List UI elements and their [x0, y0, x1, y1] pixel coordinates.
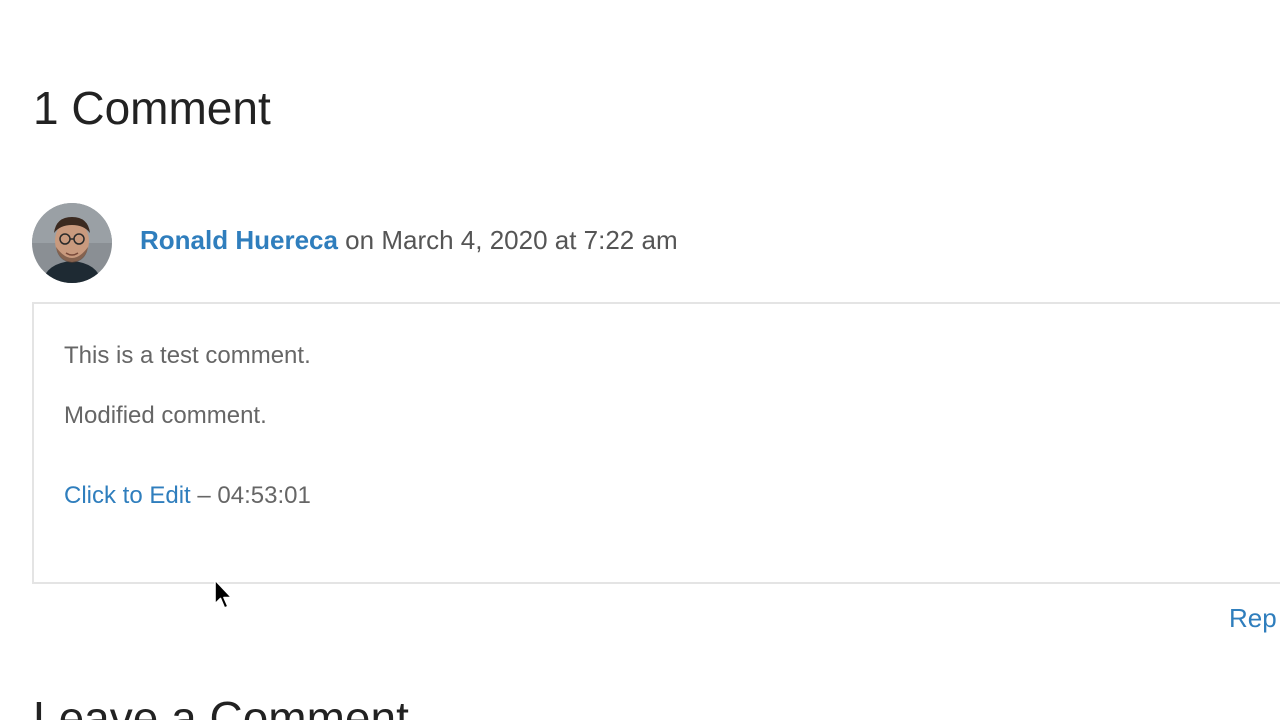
comments-section: 1 Comment Ronald Huereca on March 4, 202… — [0, 0, 1280, 720]
avatar — [32, 203, 112, 283]
edit-timestamp: – 04:53:01 — [190, 482, 311, 509]
comment-meta: Ronald Huereca on March 4, 2020 at 7:22 … — [140, 222, 678, 258]
avatar-image — [32, 203, 112, 283]
leave-comment-title: Leave a Comment — [33, 692, 409, 720]
edit-line: Click to Edit – 04:53:01 — [64, 480, 311, 512]
comments-title: 1 Comment — [33, 82, 271, 134]
comment-date: on March 4, 2020 at 7:22 am — [337, 225, 678, 255]
reply-link[interactable]: Rep — [1229, 601, 1277, 635]
comment-paragraph: Modified comment. — [64, 402, 267, 429]
comment-author-link[interactable]: Ronald Huereca — [140, 225, 338, 255]
comment-paragraph: This is a test comment. — [64, 342, 311, 369]
click-to-edit-link[interactable]: Click to Edit — [64, 482, 191, 509]
